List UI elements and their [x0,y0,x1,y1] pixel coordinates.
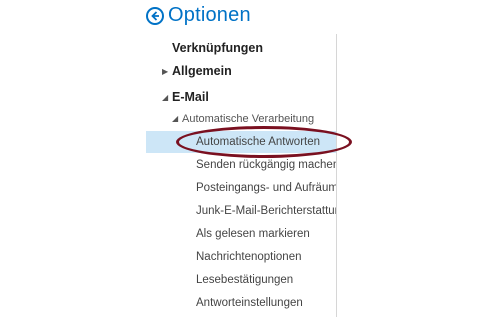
nav-item-label: E-Mail [172,90,209,104]
nav-item-label: Antworteinstellungen [196,297,303,309]
nav-item-email[interactable]: ◢ E-Mail [146,86,336,109]
nav-item-shortcuts[interactable]: Verknüpfungen [146,37,336,59]
nav-item-auto-processing[interactable]: ◢ Automatische Verarbeitung [146,108,336,130]
collapse-arrow-icon[interactable]: ◢ [162,87,172,109]
nav-item-reply-settings[interactable]: Antworteinstellungen [146,292,336,314]
nav-item-junk-reporting[interactable]: Junk-E-Mail-Berichterstattung [146,200,337,222]
nav-item-label: Automatische Verarbeitung [182,113,315,125]
page-title: Optionen [168,4,251,26]
nav-item-mark-as-read[interactable]: Als gelesen markieren [146,223,336,245]
back-icon[interactable] [146,6,164,25]
nav-item-label: Junk-E-Mail-Berichterstattung [196,205,337,217]
nav-item-label: Verknüpfungen [172,41,263,55]
nav-item-label: Allgemein [172,64,232,78]
nav-item-label: Automatische Antworten [196,136,321,148]
nav-item-label: Nachrichtenoptionen [196,251,302,263]
collapse-arrow-icon[interactable]: ◢ [172,108,182,130]
options-nav-panel: Verknüpfungen ▶ Allgemein ◢ E-Mail ◢ Automa… [146,34,337,317]
nav-item-label: Lesebestätigungen [196,274,294,286]
options-header: Optionen [146,4,251,27]
nav-item-label: Posteingangs- und Aufräumregeln [196,182,337,194]
nav-item-label: Senden rückgängig machen [196,159,337,171]
nav-item-auto-replies[interactable]: Automatische Antworten [146,131,336,153]
nav-item-general[interactable]: ▶ Allgemein [146,60,336,83]
nav-item-undo-send[interactable]: Senden rückgängig machen [146,154,337,176]
nav-item-inbox-rules[interactable]: Posteingangs- und Aufräumregeln [146,177,337,199]
nav-item-label: Als gelesen markieren [196,228,310,240]
expand-arrow-icon[interactable]: ▶ [162,61,172,83]
nav-item-message-options[interactable]: Nachrichtenoptionen [146,246,336,268]
nav-item-read-receipts[interactable]: Lesebestätigungen [146,269,336,291]
